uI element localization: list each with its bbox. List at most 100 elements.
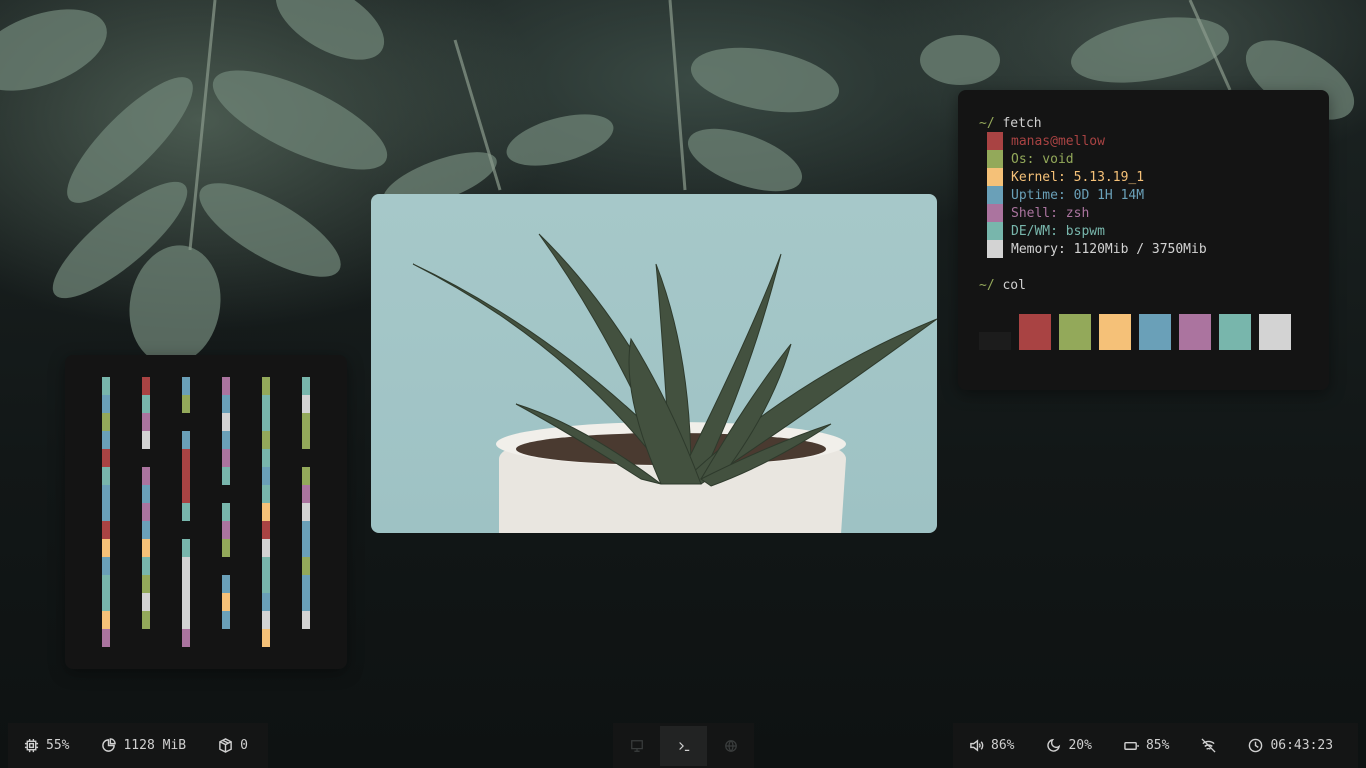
command: fetch: [1002, 115, 1042, 131]
color-bar-cell: [302, 395, 310, 413]
color-swatch: [987, 222, 1003, 240]
palette-swatch: [1259, 314, 1291, 350]
fetch-text: DE/WM: bspwm: [1011, 223, 1105, 239]
color-bar-cell: [182, 449, 190, 467]
color-bar-cell: [182, 629, 190, 647]
color-bar-cell: [262, 377, 270, 395]
fetch-text: Kernel: 5.13.19_1: [1011, 169, 1145, 185]
volume-value: 86%: [991, 738, 1015, 753]
color-bar-cell: [142, 611, 150, 629]
clock-module[interactable]: 06:43:23: [1248, 738, 1333, 753]
color-bar-cell: [142, 377, 150, 395]
globe-icon: [724, 739, 737, 752]
color-bar-cell: [102, 629, 110, 647]
memory-value: 1128 MiB: [123, 738, 187, 753]
fetch-text: Memory: 1120Mib / 3750Mib: [1011, 241, 1207, 257]
color-bar-cell: [302, 557, 310, 575]
color-bar-cell: [262, 629, 270, 647]
color-palette: [979, 314, 1308, 350]
fetch-text: Uptime: 0D 1H 14M: [1011, 187, 1145, 203]
fetch-line: Uptime: 0D 1H 14M: [979, 186, 1308, 204]
color-bar-cell: [222, 431, 230, 449]
fetch-line: Memory: 1120Mib / 3750Mib: [979, 240, 1308, 258]
volume-module[interactable]: 86%: [969, 738, 1014, 753]
color-bar-cell: [182, 593, 190, 611]
color-swatch: [987, 186, 1003, 204]
color-bar-cell: [142, 485, 150, 503]
clock-icon: [1249, 738, 1263, 753]
color-bar-cell: [102, 557, 110, 575]
color-swatch: [987, 240, 1003, 258]
color-bar-cell: [102, 449, 110, 467]
color-bar-cell: [222, 539, 230, 557]
color-bar-cell: [182, 611, 190, 629]
workspace-globe[interactable]: [707, 726, 754, 766]
battery-value: 85%: [1145, 738, 1170, 753]
color-bar-cell: [262, 557, 270, 575]
color-bar-cell: [262, 593, 270, 611]
palette-swatch: [1139, 314, 1171, 350]
palette-swatch: [1179, 314, 1211, 350]
updates-value: 0: [240, 738, 248, 753]
color-bar-cell: [302, 467, 310, 485]
battery-icon: [1124, 741, 1139, 750]
color-bar-cell: [222, 593, 230, 611]
updates-module[interactable]: 0: [218, 738, 248, 753]
color-bar-column: [262, 377, 270, 647]
moon-icon: [1047, 738, 1061, 752]
color-bar-cell: [102, 431, 110, 449]
prompt: ~/: [979, 277, 995, 293]
color-bar-cell: [262, 395, 270, 413]
color-bar-cell: [142, 467, 150, 485]
workspace-monitor[interactable]: [613, 726, 660, 766]
color-bar-cell: [222, 449, 230, 467]
time-value: 06:43:23: [1270, 738, 1334, 753]
statusbar-right: 86% 20% 85% 06:43:23: [953, 723, 1358, 768]
cpu-module[interactable]: 55%: [24, 738, 69, 753]
color-bar-column: [302, 377, 310, 647]
color-bar-cell: [102, 611, 110, 629]
palette-swatch: [1019, 314, 1051, 350]
color-bar-cell: [102, 593, 110, 611]
monitor-icon: [630, 739, 643, 752]
fetch-line: DE/WM: bspwm: [979, 222, 1308, 240]
memory-module[interactable]: 1128 MiB: [101, 738, 186, 753]
color-bars-widget: [65, 355, 347, 669]
terminal-icon: [678, 741, 689, 751]
color-bar-cell: [302, 611, 310, 629]
statusbar-left: 55% 1128 MiB 0: [8, 723, 268, 768]
color-bar-cell: [222, 503, 230, 521]
battery-module[interactable]: 85%: [1124, 738, 1169, 753]
color-bar-cell: [182, 521, 190, 539]
color-bar-cell: [102, 485, 110, 503]
brightness-value: 20%: [1068, 738, 1092, 753]
color-bar-cell: [182, 377, 190, 395]
color-bar-cell: [102, 377, 110, 395]
color-bar-cell: [222, 557, 230, 575]
fetch-line: manas@mellow: [979, 132, 1308, 150]
color-bar-cell: [102, 413, 110, 431]
color-bar-cell: [142, 413, 150, 431]
color-bar-cell: [222, 575, 230, 593]
fetch-line: Shell: zsh: [979, 204, 1308, 222]
color-bar-cell: [302, 539, 310, 557]
color-bar-cell: [222, 485, 230, 503]
color-bar-cell: [182, 503, 190, 521]
brightness-module[interactable]: 20%: [1046, 738, 1092, 753]
color-bar-cell: [142, 503, 150, 521]
palette-swatch: [979, 332, 1011, 350]
color-bar-cell: [182, 557, 190, 575]
volume-icon: [970, 739, 984, 752]
color-bar-cell: [102, 539, 110, 557]
color-bar-cell: [262, 611, 270, 629]
color-bar-cell: [142, 449, 150, 467]
workspaces: [613, 723, 754, 768]
fetch-line: Kernel: 5.13.19_1: [979, 168, 1308, 186]
color-bar-cell: [222, 377, 230, 395]
color-bar-cell: [182, 575, 190, 593]
wifi-module[interactable]: [1201, 738, 1217, 753]
workspace-terminal[interactable]: [660, 725, 707, 766]
fetch-text: Shell: zsh: [1011, 205, 1090, 221]
color-bar-cell: [102, 467, 110, 485]
color-bar-cell: [142, 593, 150, 611]
